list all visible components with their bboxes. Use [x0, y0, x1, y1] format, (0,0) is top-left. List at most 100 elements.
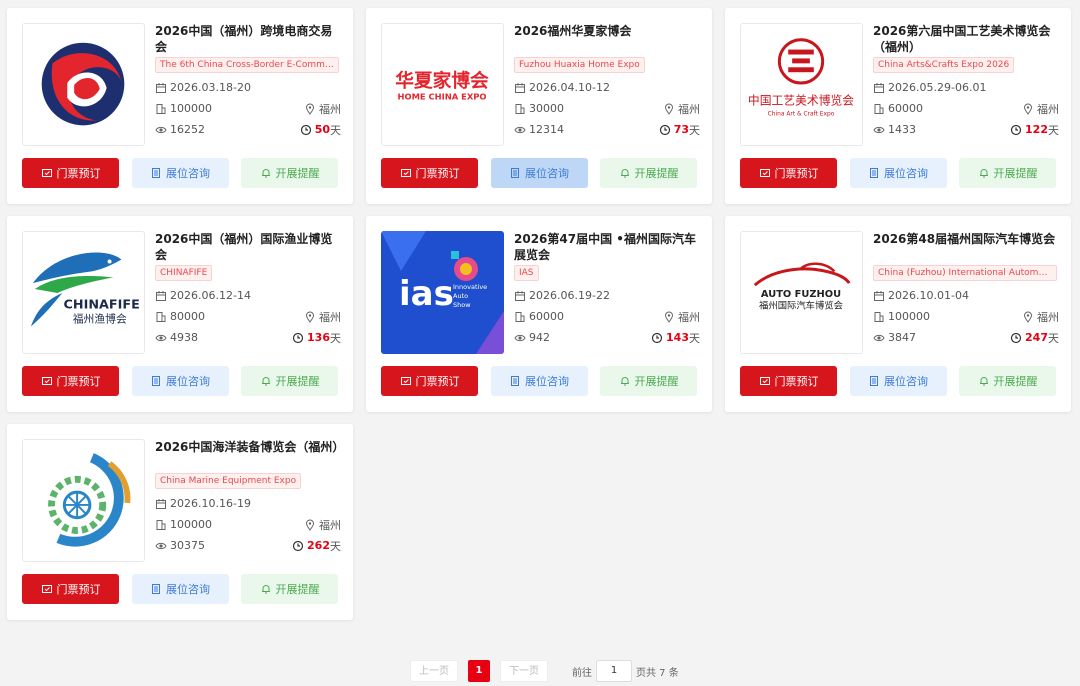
days-unit: 天 [689, 331, 700, 345]
booth-inquiry-button[interactable]: 展位咨询 [849, 158, 947, 188]
expo-area: 60000 [888, 102, 923, 115]
ticket-booking-button[interactable]: 门票预订 [381, 366, 478, 396]
location-icon [1022, 103, 1034, 115]
reminder-button[interactable]: 开展提醒 [959, 366, 1056, 396]
expo-area: 100000 [888, 310, 930, 323]
expo-logo[interactable] [22, 23, 145, 146]
expo-card[interactable]: ias Innovative Auto Show 2026第47届中国 •福州国… [366, 216, 712, 412]
expo-city: 福州 [319, 310, 341, 324]
days-unit: 天 [689, 123, 700, 137]
expo-english-tag: The 6th China Cross-Border E-Commerce Fa… [155, 57, 339, 73]
reminder-button[interactable]: 开展提醒 [600, 158, 697, 188]
calendar-icon [514, 82, 526, 94]
expo-english-tag: China Marine Equipment Expo [155, 473, 302, 489]
expo-views: 1433 [888, 123, 916, 136]
expo-logo[interactable]: 华夏家博会 HOME CHINA EXPO [381, 23, 504, 146]
huaxia-logo: 华夏家博会 HOME CHINA EXPO [395, 70, 489, 102]
expo-card[interactable]: CHINAFIFE 福州渔博会 2026中国（福州）国际渔业博览会 CHINAF… [7, 216, 353, 412]
ticket-booking-button[interactable]: 门票预订 [381, 158, 478, 188]
location-icon [304, 103, 316, 115]
reminder-button[interactable]: 开展提醒 [241, 366, 338, 396]
building-icon [873, 311, 885, 323]
document-icon [150, 375, 162, 387]
reminder-button[interactable]: 开展提醒 [241, 574, 338, 604]
booth-inquiry-button[interactable]: 展位咨询 [131, 158, 229, 188]
expo-logo[interactable]: 中国工艺美术博览会 China Art & Craft Expo [740, 23, 863, 146]
eye-icon [514, 124, 526, 136]
expo-views: 16252 [170, 123, 205, 136]
calendar-icon [155, 498, 167, 510]
expo-card[interactable]: 2026中国海洋装备博览会（福州） China Marine Equipment… [7, 424, 353, 620]
expo-city: 福州 [1037, 102, 1059, 116]
expo-title[interactable]: 2026第47届中国 •福州国际汽车展览会 [514, 231, 700, 263]
expo-card[interactable]: AUTO FUZHOU 福州国际汽车博览会 2026第48届福州国际汽车博览会 … [725, 216, 1071, 412]
ticket-booking-button[interactable]: 门票预订 [22, 158, 119, 188]
ticket-button-label: 门票预订 [415, 167, 460, 180]
building-icon [155, 519, 167, 531]
location-icon [304, 311, 316, 323]
expo-city: 福州 [1037, 310, 1059, 324]
expo-title[interactable]: 2026福州华夏家博会 [514, 23, 700, 55]
building-icon [514, 103, 526, 115]
current-page[interactable]: 1 [468, 660, 490, 682]
document-icon [509, 375, 521, 387]
ticket-booking-button[interactable]: 门票预订 [22, 366, 119, 396]
location-icon [304, 519, 316, 531]
booth-inquiry-button[interactable]: 展位咨询 [849, 366, 947, 396]
expo-title[interactable]: 2026中国（福州）国际渔业博览会 [155, 231, 341, 263]
expo-area: 30000 [529, 102, 564, 115]
days-unit: 天 [330, 123, 341, 137]
ticket-booking-button[interactable]: 门票预订 [740, 366, 837, 396]
page-number-input[interactable]: 1 [596, 660, 632, 682]
expo-card[interactable]: 华夏家博会 HOME CHINA EXPO 2026福州华夏家博会 Fuzhou… [366, 8, 712, 204]
expo-title[interactable]: 2026第六届中国工艺美术博览会（福州） [873, 23, 1059, 55]
ticket-booking-button[interactable]: 门票预订 [22, 574, 119, 604]
booth-inquiry-button[interactable]: 展位咨询 [131, 366, 229, 396]
expo-title[interactable]: 2026第48届福州国际汽车博览会 [873, 231, 1059, 263]
reminder-button-label: 开展提醒 [634, 167, 679, 180]
expo-card[interactable]: 中国工艺美术博览会 China Art & Craft Expo 2026第六届… [725, 8, 1071, 204]
expo-card[interactable]: 2026中国（福州）跨境电商交易会 The 6th China Cross-Bo… [7, 8, 353, 204]
ticket-icon [759, 167, 771, 179]
reminder-button[interactable]: 开展提醒 [959, 158, 1056, 188]
booth-inquiry-button[interactable]: 展位咨询 [490, 158, 588, 188]
expo-title[interactable]: 2026中国（福州）跨境电商交易会 [155, 23, 341, 55]
bell-icon [260, 167, 272, 179]
expo-days-left: 262 [307, 539, 330, 552]
expo-logo[interactable]: ias Innovative Auto Show [381, 231, 504, 354]
expo-city: 福州 [319, 518, 341, 532]
huaxia-logo-cn: 华夏家博会 [395, 70, 489, 92]
booth-inquiry-button[interactable]: 展位咨询 [131, 574, 229, 604]
ticket-icon [400, 375, 412, 387]
next-page-button[interactable]: 下一页 [500, 660, 548, 682]
prev-page-button[interactable]: 上一页 [410, 660, 458, 682]
expo-date: 2026.06.12-14 [170, 289, 251, 302]
expo-views: 3847 [888, 331, 916, 344]
ticket-booking-button[interactable]: 门票预订 [740, 158, 837, 188]
ticket-icon [759, 375, 771, 387]
booth-inquiry-button[interactable]: 展位咨询 [490, 366, 588, 396]
reminder-button-label: 开展提醒 [275, 167, 320, 180]
expo-logo[interactable]: AUTO FUZHOU 福州国际汽车博览会 [740, 231, 863, 354]
expo-title[interactable]: 2026中国海洋装备博览会（福州） [155, 439, 341, 471]
expo-date: 2026.04.10-12 [529, 81, 610, 94]
days-unit: 天 [1048, 123, 1059, 137]
ticket-icon [400, 167, 412, 179]
booth-button-label: 展位咨询 [166, 375, 210, 388]
expo-logo[interactable] [22, 439, 145, 562]
location-icon [663, 103, 675, 115]
reminder-button-label: 开展提醒 [275, 583, 320, 596]
expo-date: 2026.06.19-22 [529, 289, 610, 302]
location-icon [1022, 311, 1034, 323]
calendar-icon [873, 82, 885, 94]
reminder-button[interactable]: 开展提醒 [600, 366, 697, 396]
ticket-button-label: 门票预订 [415, 375, 460, 388]
reminder-button[interactable]: 开展提醒 [241, 158, 338, 188]
fife-logo-en: CHINAFIFE [64, 298, 140, 313]
eye-icon [155, 124, 167, 136]
expo-city: 福州 [678, 310, 700, 324]
pagination: 上一页 1 下一页 前往 1 页共 7 条 [410, 660, 679, 682]
clock-icon [300, 124, 312, 136]
expo-city: 福州 [678, 102, 700, 116]
expo-logo[interactable]: CHINAFIFE 福州渔博会 [22, 231, 145, 354]
